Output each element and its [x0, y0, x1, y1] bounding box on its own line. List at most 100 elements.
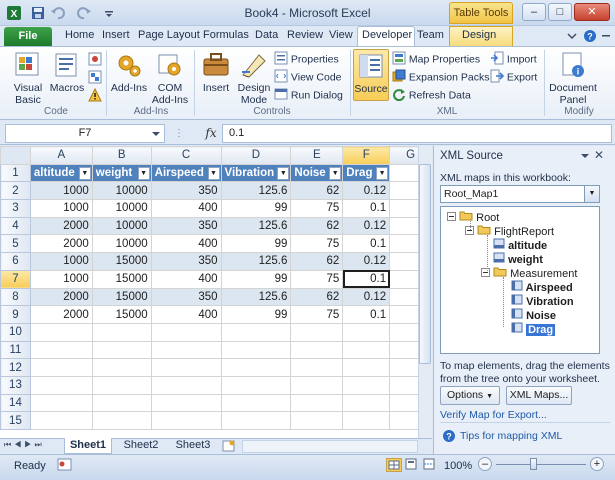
table-cell[interactable]: 0.12 — [342, 252, 391, 271]
table-cell[interactable]: 15000 — [91, 269, 152, 289]
xml-maps-button[interactable]: XML Maps... — [506, 386, 572, 405]
cell[interactable] — [29, 340, 93, 360]
row-header[interactable]: 4 — [0, 216, 31, 236]
tree-node-drag[interactable]: Drag — [511, 322, 556, 336]
sheet-tab-sheet2[interactable]: Sheet2 — [118, 438, 164, 454]
table-cell[interactable]: 10000 — [91, 181, 152, 201]
cell[interactable] — [220, 358, 292, 377]
column-header[interactable]: A — [29, 146, 93, 165]
document-panel-button[interactable]: i Document Panel — [548, 51, 598, 106]
table-cell[interactable]: 1000 — [29, 269, 93, 289]
cell[interactable] — [91, 358, 152, 377]
cell[interactable] — [342, 340, 391, 360]
row-header[interactable]: 7 — [0, 269, 31, 289]
cell[interactable] — [342, 358, 391, 377]
page-break-view-icon[interactable] — [422, 458, 438, 472]
map-properties-button[interactable]: Map Properties — [392, 51, 480, 67]
filter-dropdown-icon[interactable]: ▼ — [277, 166, 290, 180]
table-cell[interactable]: 99 — [220, 269, 292, 289]
tab-view[interactable]: View — [329, 26, 353, 46]
table-cell[interactable]: 400 — [150, 269, 222, 289]
table-cell[interactable]: 99 — [220, 234, 292, 254]
zoom-in-button[interactable]: + — [590, 457, 604, 471]
record-macro-icon[interactable] — [88, 52, 102, 66]
import-button[interactable]: Import — [490, 51, 537, 67]
table-header-cell[interactable]: Vibration ▼ — [220, 163, 292, 183]
cell[interactable] — [29, 375, 93, 395]
table-cell[interactable]: 0.12 — [342, 181, 391, 201]
table-cell[interactable]: 1000 — [29, 199, 93, 218]
table-cell[interactable]: 350 — [150, 252, 222, 271]
zoom-slider-thumb[interactable] — [530, 458, 537, 470]
zoom-level[interactable]: 100% — [444, 460, 472, 472]
cell[interactable] — [150, 358, 222, 377]
filter-dropdown-icon[interactable]: ▼ — [207, 166, 220, 180]
pane-options-icon[interactable] — [580, 151, 590, 161]
table-header-cell[interactable]: weight ▼ — [91, 163, 152, 183]
cell[interactable] — [290, 340, 344, 360]
table-cell[interactable]: 1000 — [29, 252, 93, 271]
cell[interactable] — [342, 411, 391, 430]
tree-node-flightreport[interactable]: FlightReport — [465, 224, 554, 238]
worksheet-table[interactable]: A B C D E F G 1 altitude ▼ weight ▼ Airspe… — [0, 146, 432, 430]
table-cell[interactable]: 2000 — [29, 287, 93, 307]
cell[interactable] — [91, 375, 152, 395]
table-cell[interactable]: 400 — [150, 305, 222, 324]
properties-button[interactable]: Properties — [274, 51, 339, 67]
table-cell[interactable]: 350 — [150, 181, 222, 201]
formula-input[interactable]: 0.1 — [222, 124, 612, 143]
selected-cell[interactable]: 0.1 — [342, 269, 391, 289]
sheet-tab-sheet1[interactable]: Sheet1 — [64, 438, 112, 454]
help-icon[interactable]: ? — [583, 29, 597, 43]
tree-node-vibration[interactable]: Vibration — [511, 294, 574, 308]
normal-view-icon[interactable] — [386, 458, 402, 472]
insert-control-button[interactable]: Insert — [198, 51, 234, 94]
name-box-dropdown-icon[interactable] — [150, 128, 162, 140]
tab-insert[interactable]: Insert — [102, 26, 130, 46]
table-cell[interactable]: 62 — [290, 181, 344, 201]
table-cell[interactable]: 350 — [150, 216, 222, 236]
com-addins-button[interactable]: COM Add-Ins — [150, 51, 190, 106]
table-cell[interactable]: 400 — [150, 234, 222, 254]
table-cell[interactable]: 2000 — [29, 234, 93, 254]
sheet-navigation-icons[interactable]: ⏮◀▶⏭ — [4, 440, 60, 452]
tab-review[interactable]: Review — [287, 26, 323, 46]
view-code-button[interactable]: View Code — [274, 69, 342, 85]
xml-map-select[interactable]: Root_Map1 — [440, 185, 600, 203]
table-cell[interactable]: 125.6 — [220, 216, 292, 236]
tree-node-weight[interactable]: weight — [493, 252, 543, 266]
cell[interactable] — [29, 393, 93, 413]
sheet-tab-sheet3[interactable]: Sheet3 — [170, 438, 216, 454]
tab-file[interactable]: File — [4, 27, 52, 46]
tab-design[interactable]: Design — [462, 26, 496, 46]
zoom-slider-track[interactable] — [496, 464, 586, 465]
column-header-selected[interactable]: F — [342, 146, 391, 165]
cell[interactable] — [290, 393, 344, 413]
tab-team[interactable]: Team — [417, 26, 444, 46]
cell[interactable] — [342, 375, 391, 395]
row-header[interactable]: 13 — [0, 375, 31, 395]
table-cell[interactable]: 62 — [290, 216, 344, 236]
row-header[interactable]: 2 — [0, 181, 31, 201]
table-header-cell[interactable]: altitude ▼ — [29, 163, 93, 183]
select-all-corner[interactable] — [0, 146, 31, 165]
relative-references-icon[interactable] — [88, 70, 102, 84]
filter-dropdown-icon[interactable]: ▼ — [78, 166, 91, 180]
table-cell[interactable]: 15000 — [91, 287, 152, 307]
cell[interactable] — [91, 322, 152, 342]
table-header-cell[interactable]: Noise ▼ — [290, 163, 344, 183]
insert-worksheet-icon[interactable] — [222, 440, 236, 452]
column-header[interactable]: D — [220, 146, 292, 165]
source-button[interactable]: Source — [353, 49, 389, 101]
zoom-out-button[interactable]: – — [478, 457, 492, 471]
table-cell[interactable]: 99 — [220, 305, 292, 324]
cell[interactable] — [29, 411, 93, 430]
table-cell[interactable]: 75 — [290, 234, 344, 254]
cell[interactable] — [220, 393, 292, 413]
cell[interactable] — [342, 393, 391, 413]
table-cell[interactable]: 10000 — [91, 234, 152, 254]
export-button[interactable]: Export — [490, 69, 537, 85]
expansion-packs-button[interactable]: Expansion Packs — [392, 69, 489, 85]
options-button[interactable]: Options ▼ — [440, 386, 500, 405]
row-header[interactable]: 11 — [0, 340, 31, 360]
